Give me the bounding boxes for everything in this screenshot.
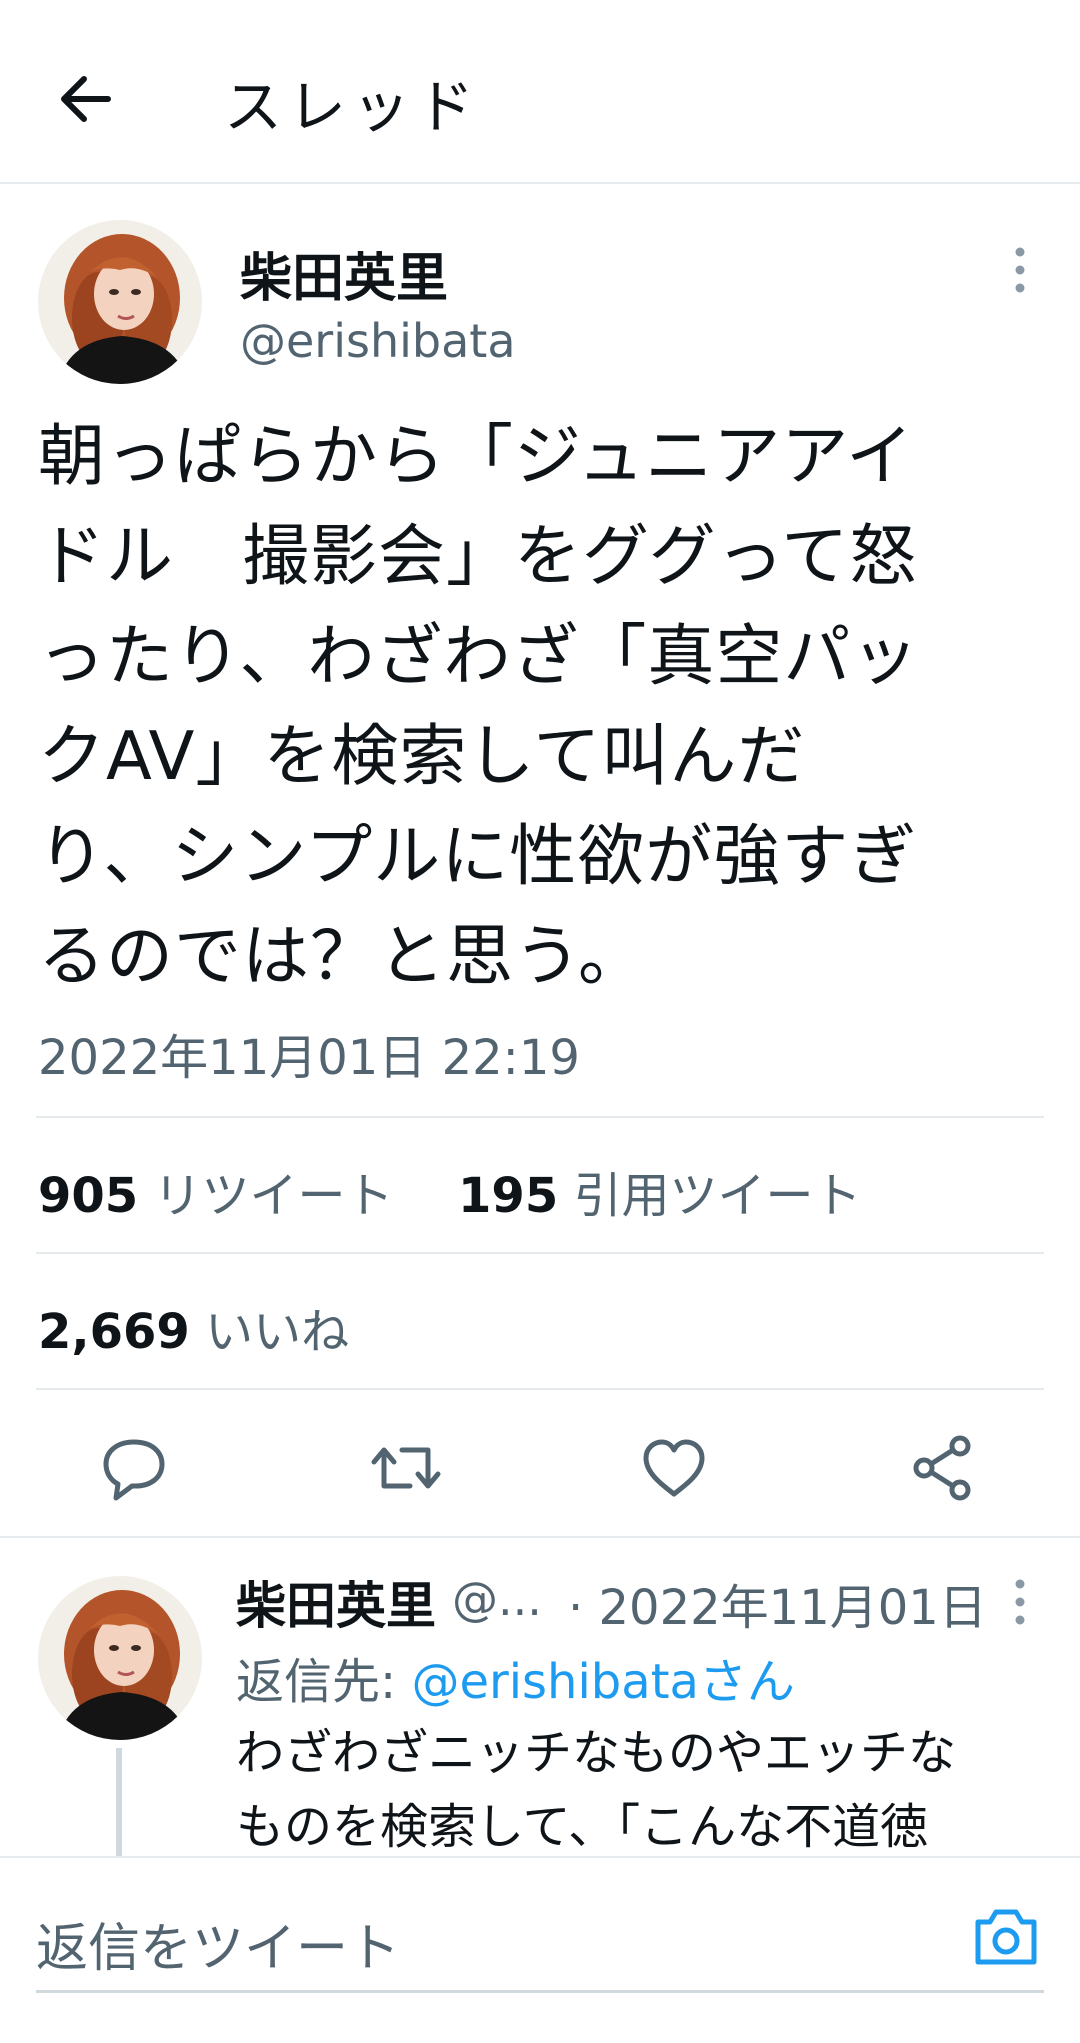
thread-connector-line (116, 1748, 122, 1860)
reply-to-mention[interactable]: @erishibataさん (411, 1654, 795, 1710)
likes-label[interactable]: いいね (205, 1304, 349, 1360)
top-bar: スレッド (0, 0, 1080, 184)
divider (36, 1252, 1044, 1254)
likes-count[interactable]: 2,669 (38, 1304, 190, 1360)
author-handle[interactable]: @erishibata (240, 314, 516, 368)
like-button[interactable] (634, 1428, 714, 1508)
tweet-more-button[interactable] (1000, 240, 1040, 300)
composer-underline (36, 1990, 1044, 1993)
camera-button[interactable] (972, 1904, 1040, 1968)
divider (36, 1116, 1044, 1118)
arrow-left-icon (61, 76, 111, 122)
divider (36, 1388, 1044, 1390)
back-button[interactable] (52, 64, 122, 134)
reply-date[interactable]: · 2022年11月01日 (568, 1568, 987, 1638)
author-avatar[interactable] (38, 220, 202, 384)
retweet-stats: 905 リツイート 195 引用ツイート (38, 1156, 862, 1226)
like-stats: 2,669 いいね (38, 1292, 349, 1362)
retweets-count[interactable]: 905 (38, 1168, 138, 1224)
quotes-label[interactable]: 引用ツイート (573, 1168, 861, 1224)
reply-to-line: 返信先: @erishibataさん (236, 1642, 795, 1712)
reply-to-label: 返信先: (236, 1654, 412, 1710)
reply-author-handle[interactable]: @... (452, 1572, 542, 1626)
tweet-timestamp[interactable]: 2022年11月01日 22:19 (38, 1018, 580, 1088)
share-icon (913, 1435, 971, 1501)
reply-button[interactable] (94, 1428, 174, 1508)
divider (0, 1536, 1080, 1538)
reply-input[interactable]: 返信をツイート (36, 1906, 400, 1981)
author-name[interactable]: 柴田英里 (240, 236, 448, 311)
more-vertical-icon (1015, 247, 1025, 293)
share-button[interactable] (904, 1428, 984, 1508)
reply-more-button[interactable] (1000, 1572, 1040, 1632)
reply-author-name[interactable]: 柴田英里 (236, 1566, 436, 1638)
reply-author-avatar[interactable] (38, 1576, 202, 1740)
camera-icon (975, 1909, 1037, 1965)
reply-icon (103, 1439, 165, 1501)
heart-icon (643, 1439, 705, 1497)
reply-text: わざわざニッチなものやエッチな ものを検索して、「こんな不道徳 (236, 1725, 957, 1855)
more-vertical-icon (1015, 1579, 1025, 1625)
quotes-count[interactable]: 195 (458, 1168, 558, 1224)
retweet-icon (371, 1447, 441, 1489)
retweet-button[interactable] (366, 1428, 446, 1508)
reply-composer: 返信をツイート (0, 1856, 1080, 2043)
tweet-text: 朝っぱらから「ジュニアアイ ドル 撮影会」をググって怒 ったり、わざわざ「真空パ… (38, 417, 920, 995)
retweets-label[interactable]: リツイート (153, 1168, 393, 1224)
page-title: スレッド (224, 73, 481, 141)
